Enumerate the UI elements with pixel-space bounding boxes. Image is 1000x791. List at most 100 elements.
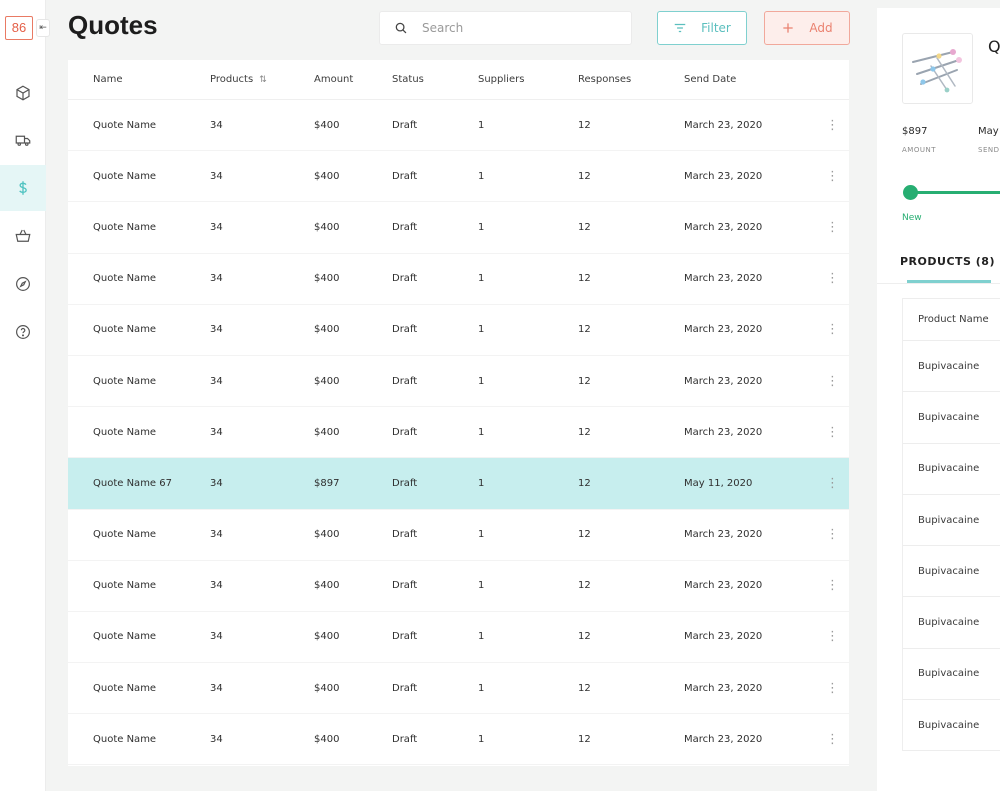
more-options-icon[interactable]: ⋮ xyxy=(816,732,849,747)
cell-name: Quote Name xyxy=(93,273,157,285)
more-options-icon[interactable]: ⋮ xyxy=(816,374,849,389)
column-header-suppliers[interactable]: Suppliers xyxy=(478,74,578,85)
quote-detail-panel: Q $897 AMOUNT May SEND New PRODUCTS (8) … xyxy=(877,8,1000,791)
table-row[interactable]: Quote Name 34 $400 Draft 1 12 March 23, 2020 ⋮ xyxy=(68,202,849,254)
cell-amount: $400 xyxy=(314,682,340,694)
cell-suppliers: 1 xyxy=(478,477,485,489)
cell-products: 34 xyxy=(210,580,223,592)
filter-icon xyxy=(674,23,686,33)
cell-products: 34 xyxy=(210,426,223,438)
nav-item-basket[interactable] xyxy=(0,213,46,259)
product-row[interactable]: Bupivacaine xyxy=(903,700,1000,752)
search-box[interactable] xyxy=(379,11,632,45)
product-thumbnail xyxy=(902,33,973,104)
table-row[interactable]: Quote Name 34 $400 Draft 1 12 March 23, 2020 ⋮ xyxy=(68,714,849,766)
cell-name: Quote Name xyxy=(93,324,157,336)
product-row[interactable]: Bupivacaine xyxy=(903,444,1000,495)
table-row[interactable]: Quote Name 34 $400 Draft 1 12 March 23, 2020 ⋮ xyxy=(68,612,849,664)
filter-button-label: Filter xyxy=(701,21,731,35)
product-row[interactable]: Bupivacaine xyxy=(903,341,1000,393)
basket-icon xyxy=(15,229,31,242)
product-row[interactable]: Bupivacaine xyxy=(903,649,1000,701)
cell-responses: 12 xyxy=(578,324,591,336)
collapse-sidebar-button[interactable]: ⇤ xyxy=(36,19,50,37)
tab-products[interactable]: PRODUCTS (8) xyxy=(900,255,995,268)
product-row[interactable]: Bupivacaine xyxy=(903,546,1000,598)
column-header-responses[interactable]: Responses xyxy=(578,74,684,85)
table-row[interactable]: Quote Name 67 34 $897 Draft 1 12 May 11, 2020 ⋮ xyxy=(68,458,849,510)
cell-amount: $400 xyxy=(314,273,340,285)
cell-status: Draft xyxy=(392,631,418,643)
table-row[interactable]: Quote Name 34 $400 Draft 1 12 March 23, 2020 ⋮ xyxy=(68,663,849,715)
quotes-table: Name Products ⇅ Amount Status Suppliers R… xyxy=(68,60,849,766)
table-row[interactable]: Quote Name 34 $400 Draft 1 12 March 23, 2020 ⋮ xyxy=(68,305,849,356)
more-options-icon[interactable]: ⋮ xyxy=(816,322,849,337)
table-row[interactable]: Quote Name 34 $400 Draft 1 12 March 23, 2020 ⋮ xyxy=(68,407,849,459)
column-header-send-date[interactable]: Send Date xyxy=(684,74,816,85)
column-header-products[interactable]: Products ⇅ xyxy=(210,74,314,85)
more-options-icon[interactable]: ⋮ xyxy=(816,169,849,184)
nav-item-orders[interactable] xyxy=(0,117,46,163)
column-header-products-label: Products xyxy=(210,74,254,85)
cell-send-date: March 23, 2020 xyxy=(684,375,763,387)
more-options-icon[interactable]: ⋮ xyxy=(816,220,849,235)
truck-icon xyxy=(15,135,31,146)
cell-amount: $400 xyxy=(314,324,340,336)
column-header-amount[interactable]: Amount xyxy=(314,74,392,85)
add-button[interactable]: Add xyxy=(764,11,850,45)
amount-label: AMOUNT xyxy=(902,146,936,154)
more-options-icon[interactable]: ⋮ xyxy=(816,578,849,593)
status-progress-dot xyxy=(903,185,918,200)
product-row[interactable]: Bupivacaine xyxy=(903,495,1000,547)
cell-name: Quote Name xyxy=(93,733,157,745)
products-table: Product Name Bupivacaine Bupivacaine Bupiv… xyxy=(902,298,1000,752)
sidebar: 86 ⇤ xyxy=(0,0,50,791)
product-row[interactable]: Bupivacaine xyxy=(903,597,1000,649)
nav-item-help[interactable] xyxy=(0,309,46,355)
app-logo[interactable]: 86 xyxy=(5,16,33,40)
cell-name: Quote Name xyxy=(93,580,157,592)
cell-suppliers: 1 xyxy=(478,529,485,541)
column-header-name[interactable]: Name xyxy=(68,74,210,85)
more-options-icon[interactable]: ⋮ xyxy=(816,425,849,440)
cell-responses: 12 xyxy=(578,273,591,285)
more-options-icon[interactable]: ⋮ xyxy=(816,271,849,286)
nav-item-products[interactable] xyxy=(0,70,46,116)
cell-products: 34 xyxy=(210,375,223,387)
table-row[interactable]: Quote Name 34 $400 Draft 1 12 March 23, 2020 ⋮ xyxy=(68,356,849,408)
products-table-body: Bupivacaine Bupivacaine Bupivacaine Bupivac… xyxy=(903,341,1000,752)
more-options-icon[interactable]: ⋮ xyxy=(816,118,849,133)
cell-status: Draft xyxy=(392,170,418,182)
table-row[interactable]: Quote Name 34 $400 Draft 1 12 March 23, 2020 ⋮ xyxy=(68,254,849,305)
cell-status: Draft xyxy=(392,477,418,489)
more-options-icon[interactable]: ⋮ xyxy=(816,527,849,542)
cell-name: Quote Name xyxy=(93,529,157,541)
cell-name: Quote Name xyxy=(93,221,157,233)
table-row[interactable]: Quote Name 34 $400 Draft 1 12 March 23, 2020 ⋮ xyxy=(68,151,849,203)
cell-send-date: March 23, 2020 xyxy=(684,631,763,643)
table-row[interactable]: Quote Name 34 $400 Draft 1 12 March 23, 2020 ⋮ xyxy=(68,561,849,612)
syringe-image xyxy=(912,49,962,93)
cell-amount: $897 xyxy=(314,477,340,489)
cell-status: Draft xyxy=(392,324,418,336)
cell-suppliers: 1 xyxy=(478,682,485,694)
product-row[interactable]: Bupivacaine xyxy=(903,392,1000,444)
cell-amount: $400 xyxy=(314,375,340,387)
cell-responses: 12 xyxy=(578,426,591,438)
more-options-icon[interactable]: ⋮ xyxy=(816,476,849,491)
cell-status: Draft xyxy=(392,529,418,541)
table-row[interactable]: Quote Name 34 $400 Draft 1 12 March 23, 2020 ⋮ xyxy=(68,100,849,152)
sort-icon[interactable]: ⇅ xyxy=(259,75,267,85)
nav-item-explore[interactable] xyxy=(0,261,46,307)
more-options-icon[interactable]: ⋮ xyxy=(816,629,849,644)
more-options-icon[interactable]: ⋮ xyxy=(816,681,849,696)
filter-button[interactable]: Filter xyxy=(657,11,747,45)
table-body: Quote Name 34 $400 Draft 1 12 March 23, 2020 ⋮ Q… xyxy=(68,100,849,766)
nav-item-quotes[interactable] xyxy=(0,165,46,211)
cell-products: 34 xyxy=(210,170,223,182)
column-header-status[interactable]: Status xyxy=(392,74,478,85)
cell-status: Draft xyxy=(392,682,418,694)
cell-send-date: March 23, 2020 xyxy=(684,324,763,336)
table-row[interactable]: Quote Name 34 $400 Draft 1 12 March 23, 2020 ⋮ xyxy=(68,510,849,561)
search-input[interactable] xyxy=(422,21,612,35)
